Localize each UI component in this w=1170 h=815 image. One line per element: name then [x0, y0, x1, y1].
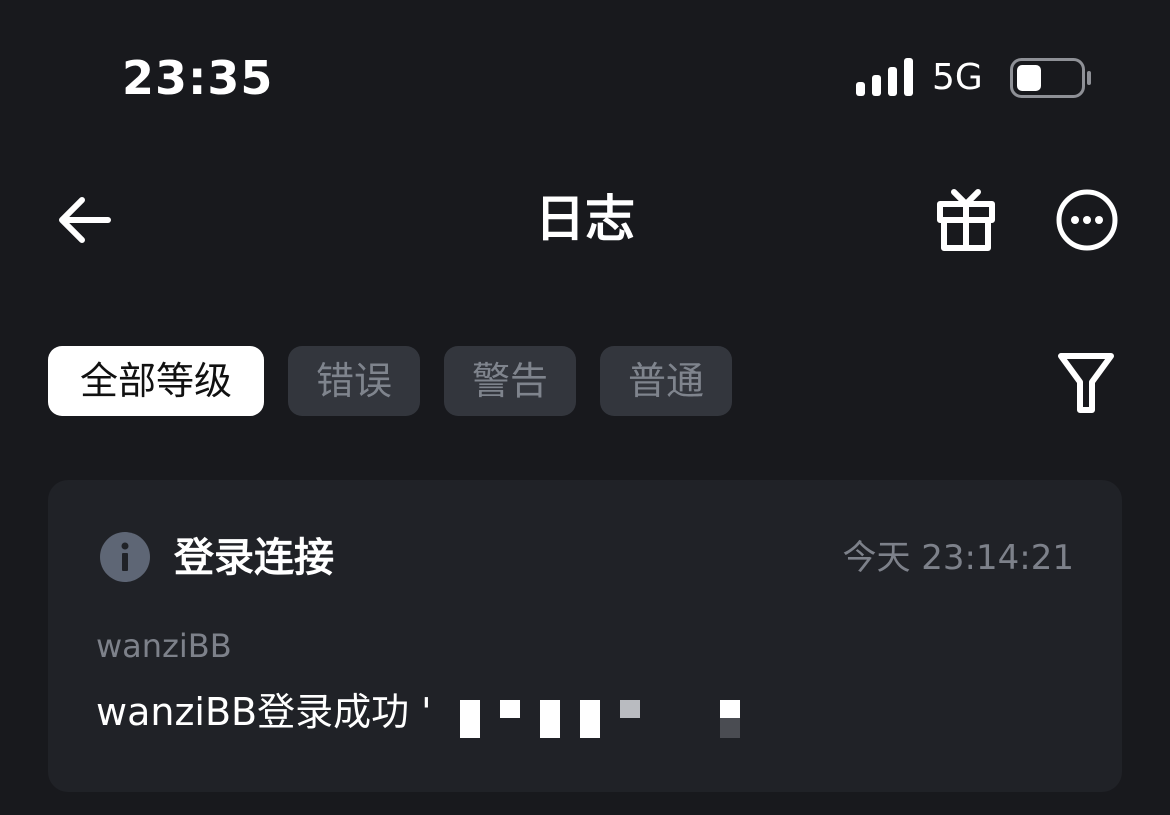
filter-chip-all-levels[interactable]: 全部等级: [48, 346, 264, 416]
more-icon[interactable]: [1054, 187, 1120, 253]
log-entry-message: wanziBB登录成功 ': [96, 690, 432, 734]
log-entry-title: 登录连接: [174, 535, 334, 581]
gift-icon[interactable]: [934, 188, 998, 252]
log-entry-user: wanziBB: [96, 627, 232, 665]
status-time: 23:35: [122, 51, 274, 105]
battery-icon: [1010, 58, 1091, 98]
filter-chip-normal[interactable]: 普通: [600, 346, 732, 416]
signal-bars-icon: [856, 58, 913, 96]
info-icon: [100, 532, 150, 582]
filter-chip-warning[interactable]: 警告: [444, 346, 576, 416]
redacted-content: [460, 698, 760, 742]
status-bar: 23:35 5G: [0, 0, 1170, 150]
level-filter-row: 全部等级 错误 警告 普通: [0, 344, 1170, 418]
log-entry-time: 今天 23:14:21: [842, 538, 1074, 578]
network-type-label: 5G: [932, 57, 983, 98]
log-entry-card[interactable]: 登录连接 今天 23:14:21 wanziBB wanziBB登录成功 ': [48, 480, 1122, 792]
nav-bar: 日志: [0, 170, 1170, 270]
funnel-icon[interactable]: [1056, 350, 1116, 416]
filter-chip-error[interactable]: 错误: [288, 346, 420, 416]
